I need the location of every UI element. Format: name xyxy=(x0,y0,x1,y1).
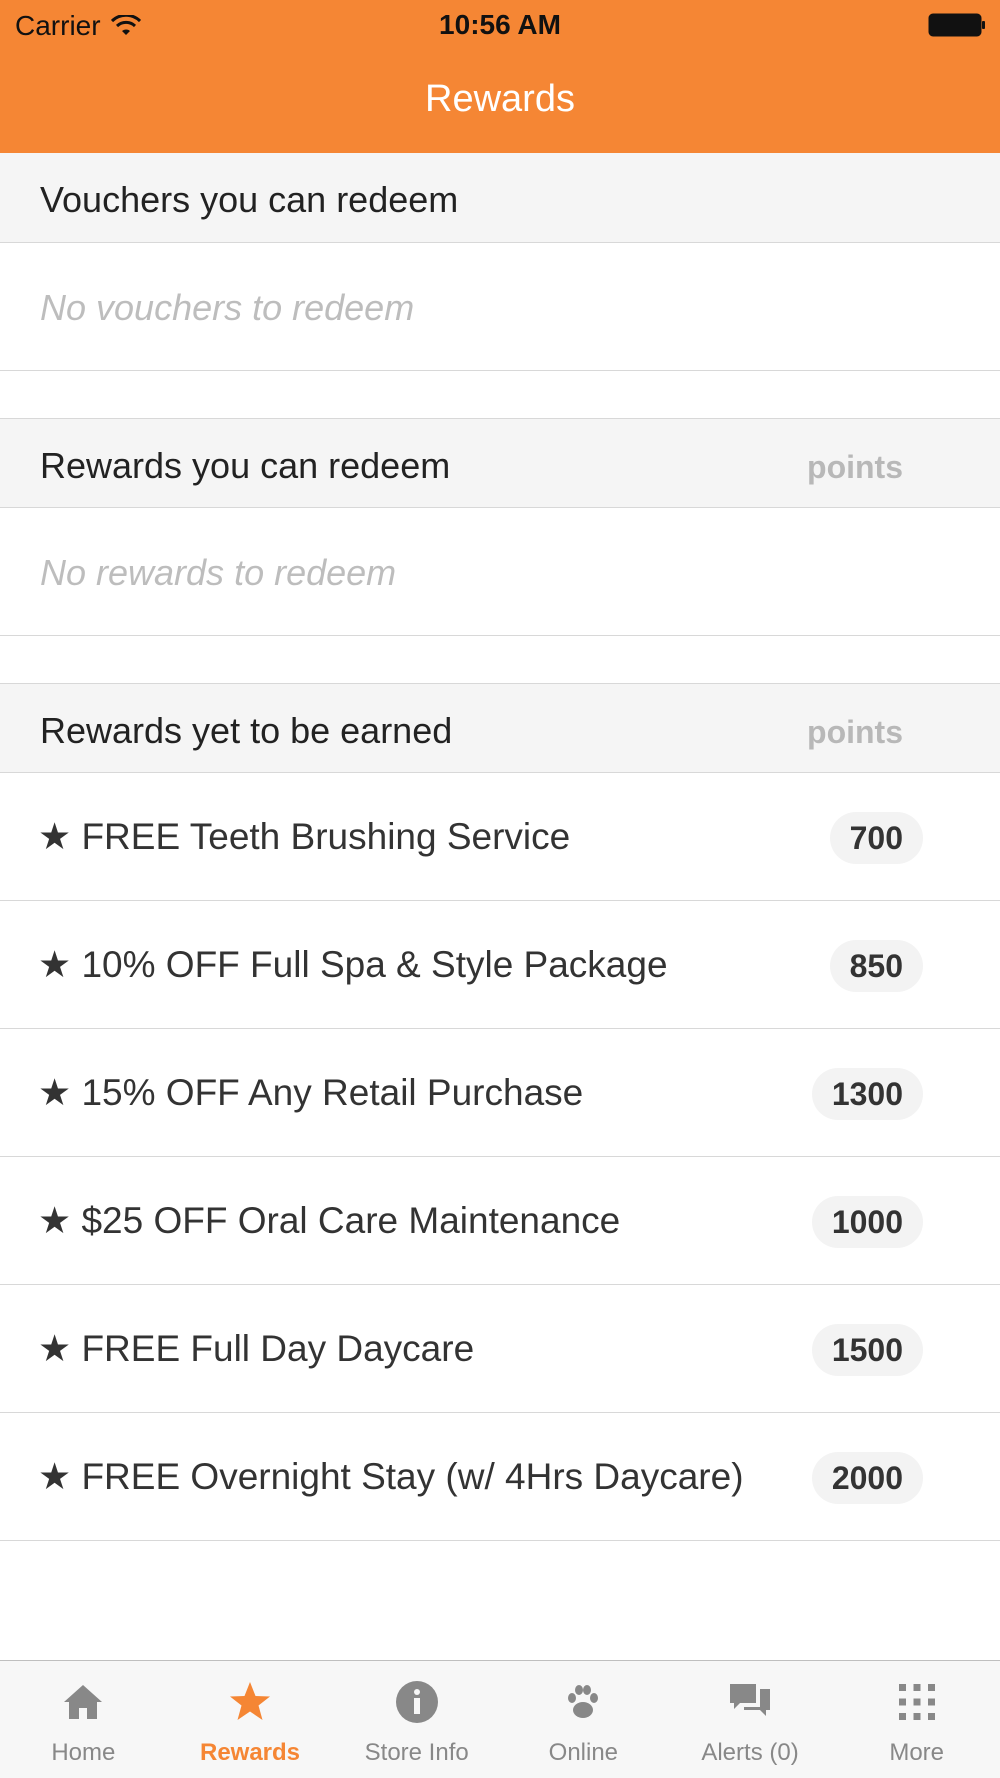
reward-row[interactable]: ★ FREE Overnight Stay (w/ 4Hrs Daycare) … xyxy=(0,1413,1000,1541)
chat-icon xyxy=(730,1684,771,1716)
reward-label: ★ FREE Full Day Daycare xyxy=(38,1328,475,1369)
battery-icon xyxy=(928,13,985,37)
reward-points-badge: 1000 xyxy=(811,1196,923,1248)
navigation-bar: Carrier 10:56 AM Rewards xyxy=(0,0,1000,153)
reward-row[interactable]: ★ 15% OFF Any Retail Purchase 1300 xyxy=(0,1029,1000,1157)
vouchers-empty-row: No vouchers to redeem xyxy=(0,243,1000,371)
unearned-section-title: Rewards yet to be earned xyxy=(40,710,453,751)
reward-label: ★ FREE Overnight Stay (w/ 4Hrs Daycare) xyxy=(38,1456,744,1497)
home-icon xyxy=(64,1685,103,1719)
tab-rewards-label: Rewards xyxy=(199,1739,301,1766)
grid-icon xyxy=(898,1684,935,1720)
reward-label: ★ 10% OFF Full Spa & Style Package xyxy=(38,944,668,985)
tab-online-label: Online xyxy=(548,1739,619,1766)
tab-home-label: Home xyxy=(51,1739,116,1766)
reward-points-badge: 1500 xyxy=(811,1324,923,1376)
reward-points-badge: 1300 xyxy=(811,1068,923,1120)
vouchers-empty-message: No vouchers to redeem xyxy=(40,287,415,328)
reward-points-badge: 850 xyxy=(829,940,923,992)
tab-home[interactable]: Home xyxy=(0,1661,167,1778)
tab-alerts-label: Alerts (0) xyxy=(701,1739,799,1766)
reward-label: ★ $25 OFF Oral Care Maintenance xyxy=(38,1200,621,1241)
redeemable-section-header: Rewards you can redeem points xyxy=(0,418,1000,508)
rewards-list[interactable]: Vouchers you can redeem No vouchers to r… xyxy=(0,153,1000,1660)
reward-label: ★ FREE Teeth Brushing Service xyxy=(38,816,571,857)
vouchers-section-title: Vouchers you can redeem xyxy=(40,179,459,220)
tab-alerts[interactable]: Alerts (0) xyxy=(667,1661,834,1778)
paw-icon xyxy=(568,1685,599,1718)
status-time: 10:56 AM xyxy=(439,9,561,40)
reward-row[interactable]: ★ FREE Full Day Daycare 1500 xyxy=(0,1285,1000,1413)
tab-more[interactable]: More xyxy=(833,1661,1000,1778)
reward-row[interactable]: ★ FREE Teeth Brushing Service 700 xyxy=(0,773,1000,901)
vouchers-section-header: Vouchers you can redeem xyxy=(0,153,1000,243)
star-icon xyxy=(230,1682,270,1720)
tab-rewards[interactable]: Rewards xyxy=(167,1661,334,1778)
reward-points-badge: 2000 xyxy=(811,1452,923,1504)
reward-label: ★ 15% OFF Any Retail Purchase xyxy=(38,1072,584,1113)
info-icon xyxy=(395,1681,438,1723)
tab-bar: Home Rewards Store Info Online Alerts (0… xyxy=(0,1660,1000,1778)
redeemable-empty-row: No rewards to redeem xyxy=(0,508,1000,636)
tab-online[interactable]: Online xyxy=(500,1661,667,1778)
tab-more-label: More xyxy=(889,1739,945,1766)
tab-store-info[interactable]: Store Info xyxy=(333,1661,500,1778)
unearned-points-label: points xyxy=(807,714,903,750)
redeemable-points-label: points xyxy=(807,449,903,485)
reward-row[interactable]: ★ $25 OFF Oral Care Maintenance 1000 xyxy=(0,1157,1000,1285)
status-bar: Carrier 10:56 AM xyxy=(0,0,1000,50)
reward-points-badge: 700 xyxy=(829,812,923,864)
page-title: Rewards xyxy=(425,78,575,120)
redeemable-section-title: Rewards you can redeem xyxy=(40,445,451,486)
redeemable-empty-message: No rewards to redeem xyxy=(40,552,397,593)
reward-row[interactable]: ★ 10% OFF Full Spa & Style Package 850 xyxy=(0,901,1000,1029)
tab-store-info-label: Store Info xyxy=(364,1739,469,1766)
unearned-section-header: Rewards yet to be earned points xyxy=(0,683,1000,773)
